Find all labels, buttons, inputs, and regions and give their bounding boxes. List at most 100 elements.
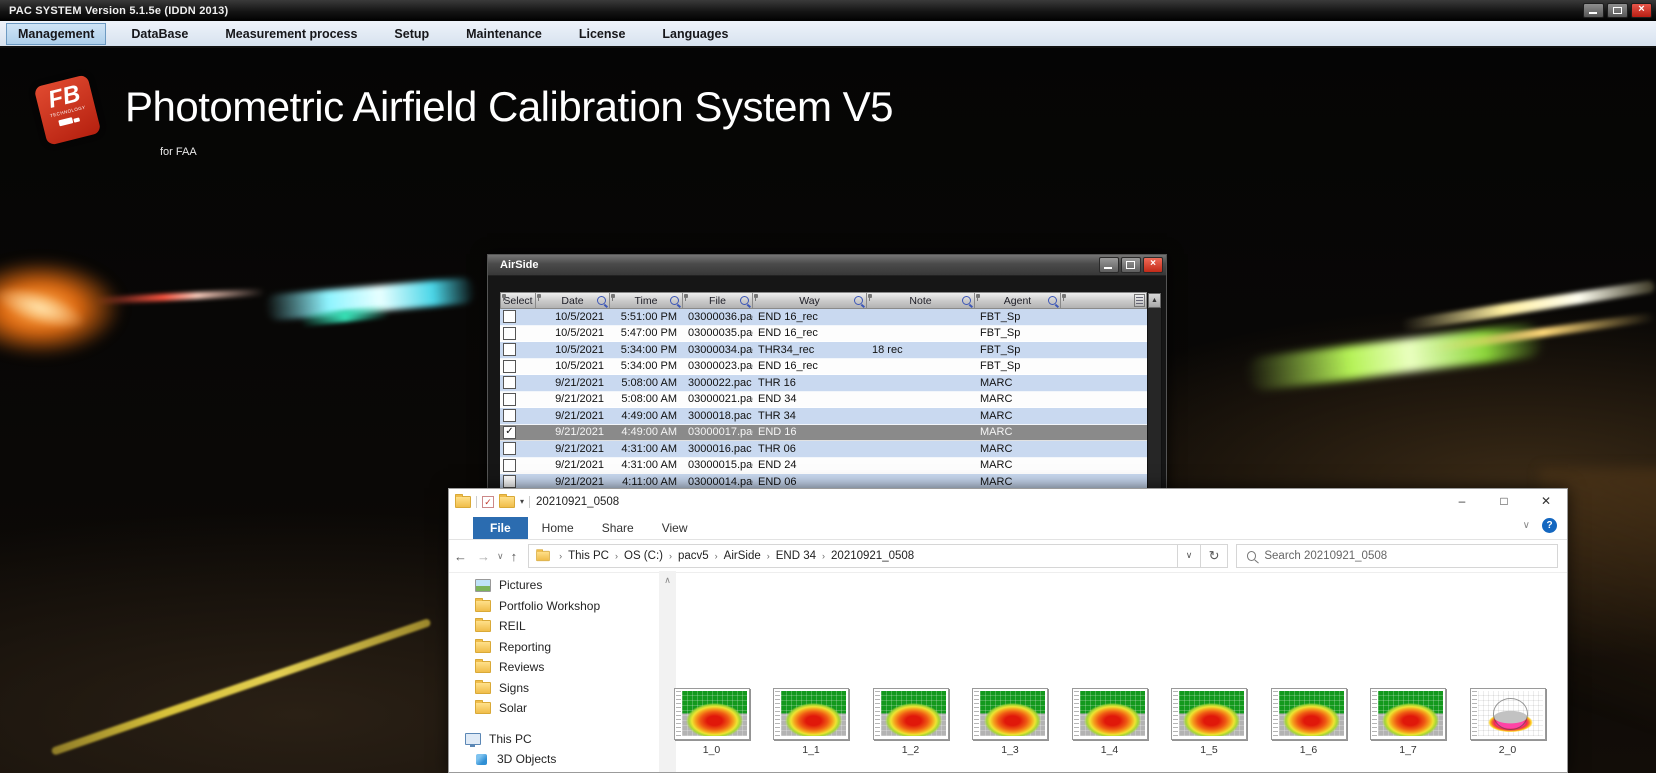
airside-minimize-button[interactable] bbox=[1099, 257, 1119, 273]
column-header-note[interactable]: Note bbox=[867, 292, 975, 309]
checkmark-toolbar-icon[interactable]: ✓ bbox=[482, 496, 494, 508]
file-item-1_5[interactable]: 1_5 bbox=[1160, 688, 1259, 756]
airside-vertical-scrollbar[interactable]: ▲ bbox=[1147, 292, 1162, 490]
row-checkbox[interactable]: ✓ bbox=[503, 426, 516, 439]
column-header-file[interactable]: File bbox=[683, 292, 753, 309]
sidebar-item-reviews[interactable]: Reviews bbox=[475, 657, 544, 677]
airside-maximize-button[interactable] bbox=[1121, 257, 1141, 273]
menu-item-setup[interactable]: Setup bbox=[382, 23, 441, 45]
table-row[interactable]: 9/21/20214:31:00 AM03000015.pacEND 24MAR… bbox=[500, 458, 1147, 475]
menu-item-measurement-process[interactable]: Measurement process bbox=[213, 23, 369, 45]
row-checkbox[interactable] bbox=[503, 409, 516, 422]
address-bar[interactable]: ›This PC›OS (C:)›pacv5›AirSide›END 34›20… bbox=[528, 544, 1178, 568]
search-icon[interactable] bbox=[1048, 296, 1057, 305]
file-item-1_2[interactable]: 1_2 bbox=[861, 688, 960, 756]
sidebar-item-portfolio-workshop[interactable]: Portfolio Workshop bbox=[475, 596, 600, 616]
table-row[interactable]: 9/21/20214:49:00 AM3000018.pacTHR 34MARC bbox=[500, 408, 1147, 425]
table-corner-button[interactable] bbox=[1134, 294, 1145, 307]
airside-titlebar[interactable]: AirSide × bbox=[488, 255, 1166, 276]
breadcrumb-item[interactable]: OS (C:) bbox=[622, 550, 665, 562]
table-row[interactable]: 9/21/20214:31:00 AM3000016.pacTHR 06MARC bbox=[500, 441, 1147, 458]
table-row[interactable]: 10/5/20215:51:00 PM03000036.pacEND 16_re… bbox=[500, 309, 1147, 326]
tab-file[interactable]: File bbox=[473, 517, 528, 539]
row-checkbox[interactable] bbox=[503, 360, 516, 373]
breadcrumb-item[interactable]: This PC bbox=[566, 550, 611, 562]
qat-dropdown-icon[interactable]: ▾ bbox=[520, 497, 524, 506]
explorer-titlebar[interactable]: ✓ ▾ 20210921_0508 – □ ✕ bbox=[449, 489, 1567, 514]
row-checkbox[interactable] bbox=[503, 376, 516, 389]
column-header-way[interactable]: Way bbox=[753, 292, 867, 309]
scroll-up-button[interactable]: ▲ bbox=[1148, 293, 1161, 308]
row-checkbox[interactable] bbox=[503, 442, 516, 455]
refresh-button[interactable]: ↻ bbox=[1201, 544, 1228, 568]
sidebar-item-solar[interactable]: Solar bbox=[475, 698, 527, 718]
thumbnail-plot bbox=[1080, 691, 1145, 736]
menu-item-database[interactable]: DataBase bbox=[119, 23, 200, 45]
search-input[interactable] bbox=[1262, 549, 1557, 563]
breadcrumb-item[interactable]: END 34 bbox=[774, 550, 818, 562]
file-item-1_0[interactable]: 1_0 bbox=[662, 688, 761, 756]
app-close-button[interactable]: × bbox=[1631, 3, 1652, 18]
file-item-1_7[interactable]: 1_7 bbox=[1359, 688, 1458, 756]
airside-close-button[interactable]: × bbox=[1143, 257, 1163, 273]
sidebar-item-pictures[interactable]: Pictures bbox=[475, 575, 542, 595]
forward-button[interactable]: → bbox=[477, 549, 490, 564]
recent-locations-dropdown[interactable]: ∨ bbox=[497, 551, 504, 562]
app-restore-button[interactable] bbox=[1607, 3, 1628, 18]
table-row[interactable]: 10/5/20215:47:00 PM03000035.pacEND 16_re… bbox=[500, 326, 1147, 343]
help-icon[interactable]: ? bbox=[1542, 518, 1557, 533]
table-row[interactable]: 9/21/20215:08:00 AM03000021.pacEND 34MAR… bbox=[500, 392, 1147, 409]
sidebar-item-this-pc[interactable]: This PC bbox=[465, 729, 532, 749]
row-checkbox[interactable] bbox=[503, 327, 516, 340]
menu-item-license[interactable]: License bbox=[567, 23, 638, 45]
sidebar-item-3d-objects[interactable]: 3D Objects bbox=[475, 749, 556, 769]
table-row[interactable]: 10/5/20215:34:00 PM03000034.pacTHR34_rec… bbox=[500, 342, 1147, 359]
row-checkbox[interactable] bbox=[503, 459, 516, 472]
new-folder-toolbar-icon[interactable] bbox=[499, 496, 515, 508]
column-header-select[interactable]: Select bbox=[500, 292, 536, 309]
explorer-maximize-button[interactable]: □ bbox=[1483, 489, 1525, 514]
search-icon[interactable] bbox=[854, 296, 863, 305]
sidebar-item-signs[interactable]: Signs bbox=[475, 678, 529, 698]
back-button[interactable]: ← bbox=[454, 549, 467, 564]
breadcrumb-item[interactable]: AirSide bbox=[722, 550, 763, 562]
sidebar-item-reporting[interactable]: Reporting bbox=[475, 637, 551, 657]
menu-item-languages[interactable]: Languages bbox=[650, 23, 740, 45]
sidebar-item-reil[interactable]: REIL bbox=[475, 616, 526, 636]
tab-view[interactable]: View bbox=[648, 517, 702, 539]
cell-date: 10/5/2021 bbox=[536, 309, 610, 326]
table-row[interactable]: ✓9/21/20214:49:00 AM03000017.pacEND 16MA… bbox=[500, 425, 1147, 442]
search-icon[interactable] bbox=[597, 296, 606, 305]
column-header-date[interactable]: Date bbox=[536, 292, 610, 309]
app-minimize-button[interactable] bbox=[1583, 3, 1604, 18]
tab-share[interactable]: Share bbox=[588, 517, 648, 539]
column-header-agent[interactable]: Agent bbox=[975, 292, 1061, 309]
file-item-2_0[interactable]: 2_0 bbox=[1458, 688, 1557, 756]
up-button[interactable]: ↑ bbox=[511, 549, 518, 564]
cell-date: 10/5/2021 bbox=[536, 342, 610, 359]
row-checkbox[interactable] bbox=[503, 343, 516, 356]
file-item-1_1[interactable]: 1_1 bbox=[762, 688, 861, 756]
breadcrumb-item[interactable]: pacv5 bbox=[676, 550, 711, 562]
row-checkbox[interactable] bbox=[503, 310, 516, 323]
tab-home[interactable]: Home bbox=[528, 517, 588, 539]
search-box[interactable] bbox=[1236, 544, 1558, 568]
search-icon[interactable] bbox=[740, 296, 749, 305]
table-row[interactable]: 9/21/20215:08:00 AM3000022.pacTHR 16MARC bbox=[500, 375, 1147, 392]
file-item-1_6[interactable]: 1_6 bbox=[1259, 688, 1358, 756]
menu-item-management[interactable]: Management bbox=[6, 23, 106, 45]
table-row[interactable]: 10/5/20215:34:00 PM03000023.pacEND 16_re… bbox=[500, 359, 1147, 376]
explorer-close-button[interactable]: ✕ bbox=[1525, 489, 1567, 514]
column-header-time[interactable]: Time bbox=[610, 292, 683, 309]
search-icon[interactable] bbox=[962, 296, 971, 305]
row-checkbox[interactable] bbox=[503, 393, 516, 406]
search-icon[interactable] bbox=[670, 296, 679, 305]
address-dropdown-button[interactable]: ∨ bbox=[1178, 544, 1201, 568]
menu-item-maintenance[interactable]: Maintenance bbox=[454, 23, 554, 45]
ribbon-collapse-icon[interactable]: ∨ bbox=[1523, 520, 1530, 531]
breadcrumb-item[interactable]: 20210921_0508 bbox=[829, 550, 916, 562]
explorer-minimize-button[interactable]: – bbox=[1441, 489, 1483, 514]
file-item-1_3[interactable]: 1_3 bbox=[961, 688, 1060, 756]
file-item-1_4[interactable]: 1_4 bbox=[1060, 688, 1159, 756]
row-checkbox[interactable] bbox=[503, 475, 516, 488]
